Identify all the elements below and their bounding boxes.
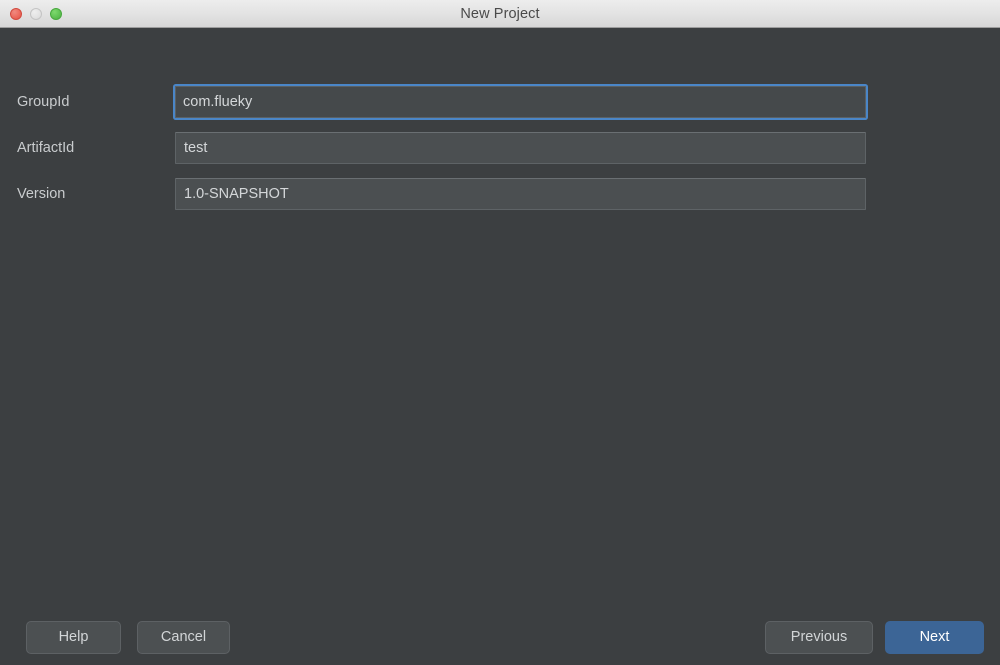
form-row-artifactid: ArtifactId (0, 132, 1000, 164)
form-row-groupid: GroupId (0, 86, 1000, 118)
artifactid-input[interactable] (175, 132, 866, 164)
dialog-content: GroupId ArtifactId Version Help Cancel P… (0, 28, 1000, 665)
close-window-button[interactable] (10, 8, 22, 20)
artifactid-label: ArtifactId (17, 132, 74, 164)
groupid-label: GroupId (17, 86, 69, 118)
traffic-light-group (10, 0, 62, 27)
groupid-input[interactable] (175, 86, 866, 118)
cancel-button[interactable]: Cancel (137, 621, 230, 654)
help-button[interactable]: Help (26, 621, 121, 654)
zoom-window-button[interactable] (50, 8, 62, 20)
dialog-footer: Help Cancel Previous Next (0, 609, 1000, 665)
version-input[interactable] (175, 178, 866, 210)
form-row-version: Version (0, 178, 1000, 210)
new-project-dialog: New Project GroupId ArtifactId Version H… (0, 0, 1000, 665)
window-title: New Project (0, 6, 1000, 22)
previous-button[interactable]: Previous (765, 621, 873, 654)
next-button[interactable]: Next (885, 621, 984, 654)
version-label: Version (17, 178, 65, 210)
minimize-window-button (30, 8, 42, 20)
title-bar: New Project (0, 0, 1000, 28)
